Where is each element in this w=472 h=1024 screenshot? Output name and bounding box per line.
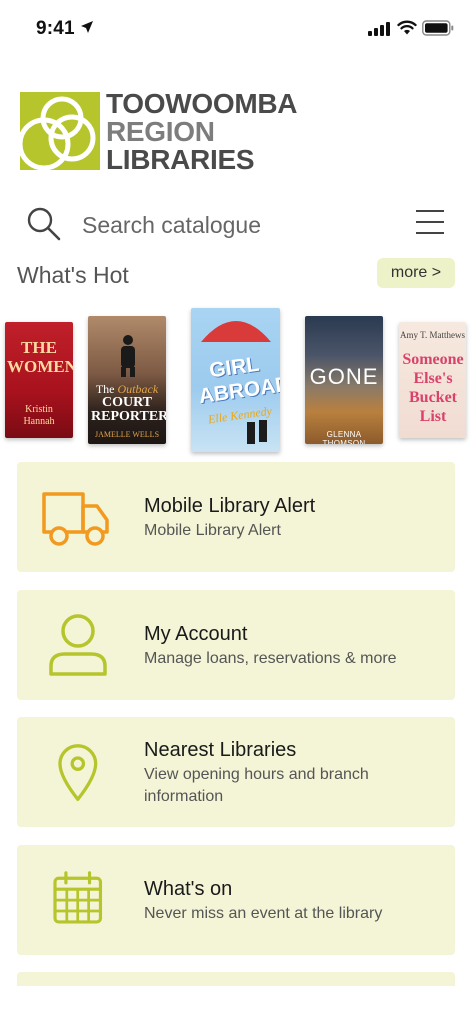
book-title: THE WOMEN xyxy=(7,338,73,376)
map-pin-icon xyxy=(58,744,98,802)
book-author: JAMELLE WELLS xyxy=(94,430,160,439)
card-title: Mobile Library Alert xyxy=(144,495,316,517)
status-bar: 9:41 xyxy=(0,0,472,56)
logo-line-1: TOOWOOMBA xyxy=(106,88,298,119)
book-author: Amy T. Matthews xyxy=(400,330,465,340)
card-whats-on[interactable]: What's on Never miss an event at the lib… xyxy=(17,845,455,955)
umbrella-icon xyxy=(201,321,271,342)
library-logo xyxy=(20,92,100,170)
signal-icon xyxy=(368,22,390,36)
logo-line-3: LIBRARIES xyxy=(106,144,255,175)
book-title: GONE xyxy=(309,364,379,389)
whats-hot-heading: What's Hot xyxy=(17,262,129,288)
figure-icon xyxy=(121,335,135,377)
location-arrow-icon xyxy=(81,21,93,33)
card-title: What's on xyxy=(144,878,233,900)
book-cover-outback-court-reporter[interactable]: The Outback COURT REPORTER JAMELLE WELLS xyxy=(88,316,166,444)
book-title: COURT REPORTER xyxy=(91,395,166,424)
card-title: My Account xyxy=(144,623,248,645)
book-title-script: Outback xyxy=(117,382,159,396)
calendar-icon xyxy=(53,871,103,924)
card-subtitle: Mobile Library Alert xyxy=(144,522,281,539)
card-subtitle: Never miss an event at the library xyxy=(144,905,383,922)
book-title-pre: The xyxy=(95,382,115,396)
card-my-account[interactable]: My Account Manage loans, reservations & … xyxy=(17,590,455,700)
logo-line-2: REGION xyxy=(106,116,215,147)
person-icon xyxy=(49,614,107,676)
library-name: TOOWOOMBA REGION LIBRARIES xyxy=(106,88,298,175)
book-title: GIRL ABROAD xyxy=(197,352,280,409)
wifi-icon xyxy=(397,20,417,35)
search-input[interactable] xyxy=(82,206,382,244)
search-icon[interactable] xyxy=(26,206,62,242)
card-title: Nearest Libraries xyxy=(144,739,297,761)
boots-icon xyxy=(247,420,267,444)
card-subtitle: Manage loans, reservations & more xyxy=(144,650,397,667)
more-button[interactable]: more > xyxy=(377,258,455,288)
book-author: Kristin Hannah xyxy=(23,404,55,427)
book-cover-someone-elses-bucket-list[interactable]: Amy T. Matthews Someone Else's Bucket Li… xyxy=(399,322,466,438)
status-time: 9:41 xyxy=(36,18,75,39)
card-partial[interactable] xyxy=(17,972,455,986)
book-cover-the-women[interactable]: THE WOMEN Kristin Hannah xyxy=(5,322,73,438)
battery-icon xyxy=(422,20,454,36)
card-subtitle: View opening hours and branch informatio… xyxy=(144,766,369,805)
book-author: GLENNA THOMSON xyxy=(322,430,366,444)
book-cover-girl-abroad[interactable]: GIRL ABROAD Elle Kennedy xyxy=(191,308,280,452)
book-cover-gone[interactable]: GONE GLENNA THOMSON xyxy=(305,316,383,444)
card-mobile-library-alert[interactable]: Mobile Library Alert Mobile Library Aler… xyxy=(17,462,455,572)
menu-icon[interactable] xyxy=(415,209,445,235)
card-nearest-libraries[interactable]: Nearest Libraries View opening hours and… xyxy=(17,717,455,827)
truck-icon xyxy=(42,492,109,546)
book-title: Someone Else's Bucket List xyxy=(402,351,464,425)
